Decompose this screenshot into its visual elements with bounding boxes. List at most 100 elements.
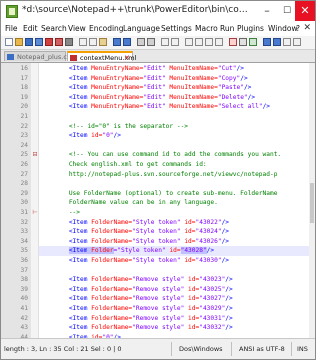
code-line[interactable]: <Item Folder="Style token" id="43028"/> [39, 246, 309, 257]
sync-scroll-icon[interactable] [185, 38, 193, 46]
code-token: /> [236, 65, 244, 72]
code-token: <Item [68, 132, 88, 140]
code-line[interactable] [39, 141, 309, 151]
code-line[interactable]: <Item FolderName="Style token" id="43024… [39, 227, 309, 237]
code-token: id= [87, 132, 103, 140]
line-number: 32 [20, 218, 28, 226]
find-icon[interactable] [137, 38, 145, 46]
menu-window[interactable]: Window [268, 24, 298, 33]
close-file-icon[interactable] [45, 38, 53, 46]
menu-file[interactable]: File [5, 24, 18, 33]
code-line[interactable]: <Item FolderName="Remove style" id="4302… [39, 304, 309, 314]
code-line[interactable]: <Item MenuEntryName="Edit" MenuItemName=… [39, 93, 309, 103]
status-divider [231, 342, 232, 356]
record-macro-icon[interactable] [229, 38, 237, 46]
code-line[interactable]: <Item FolderName="Style token" id="43030… [39, 256, 309, 266]
code-line[interactable]: <Item MenuEntryName="Edit" MenuItemName=… [39, 102, 309, 112]
zoom-out-icon[interactable] [171, 38, 179, 46]
close-tab-icon[interactable]: ✕ [124, 53, 130, 63]
code-line[interactable]: <Item FolderName="Remove style" id="4303… [39, 314, 309, 324]
menu-language[interactable]: Language [123, 24, 160, 33]
maximize-button[interactable]: ☐ [277, 1, 297, 21]
cut-icon[interactable] [79, 38, 87, 46]
code-token: "Select all" [217, 103, 263, 111]
code-token: id= [180, 228, 196, 236]
code-area[interactable]: <Item MenuEntryName="Edit" MenuItemName=… [39, 63, 309, 338]
save-all-icon[interactable] [35, 38, 43, 46]
close-all-icon[interactable] [55, 38, 63, 46]
replace-icon[interactable] [147, 38, 155, 46]
code-line[interactable]: <Item MenuEntryName="Edit" MenuItemName=… [39, 64, 309, 74]
new-file-icon[interactable] [5, 38, 13, 46]
doc-map-icon[interactable] [263, 38, 271, 46]
menu-search[interactable]: Search [41, 24, 67, 33]
fold-marker-icon[interactable]: ⊟ [31, 150, 39, 160]
tab-context-menu-xml[interactable]: contextMenu.xml ✕ [67, 51, 136, 63]
code-line[interactable]: <Item FolderName="Style token" id="43022… [39, 218, 309, 228]
editor-pane[interactable]: 16 17 18 19 20 21 22 23 24 25 26 27 28 29 30 31 32 33 34 35… [1, 63, 315, 338]
code-token: /> [221, 228, 230, 236]
open-file-icon[interactable] [15, 38, 23, 46]
indent-guide-icon[interactable] [215, 38, 223, 46]
line-number: 41 [20, 305, 28, 312]
code-token: "Style token" [132, 237, 181, 245]
code-token: FolderName= [87, 257, 133, 264]
scrollbar-thumb[interactable] [310, 183, 314, 223]
code-line[interactable]: <!-- You can use command id to add the c… [39, 150, 309, 160]
menu-run[interactable]: Run [220, 24, 234, 33]
code-line[interactable]: FolderName value can be in any language. [39, 198, 309, 208]
menu-macro[interactable]: Macro [195, 24, 218, 33]
code-line[interactable]: http://notepad-plus.svn.sourceforge.net/… [39, 170, 309, 180]
undo-icon[interactable] [113, 38, 121, 46]
menu-encoding[interactable]: Encoding [89, 24, 124, 33]
menu-plugins[interactable]: Plugins [237, 24, 264, 33]
code-token: Check english.xml to get commands id: [68, 161, 207, 168]
code-line[interactable]: <Item FolderName="Style token" id="43026… [39, 237, 309, 247]
zoom-in-icon[interactable] [161, 38, 169, 46]
function-list-icon[interactable] [273, 38, 281, 46]
save-icon[interactable] [25, 38, 33, 46]
code-line[interactable]: --> [39, 208, 309, 218]
menu-edit[interactable]: Edit [23, 24, 38, 33]
stop-macro-icon[interactable] [239, 38, 247, 46]
code-token: id= [184, 314, 200, 322]
menu-help[interactable]: ? [296, 24, 300, 33]
print-icon[interactable] [65, 38, 73, 46]
folder-workspace-icon[interactable] [283, 38, 291, 46]
code-line[interactable]: <!-- id="0" is the separator --> [39, 122, 309, 132]
code-line[interactable] [39, 266, 309, 276]
menu-view[interactable]: View [68, 24, 86, 33]
tab-notepad-plus-cpp[interactable]: Notepad_plus.cpp [4, 51, 75, 61]
code-line[interactable]: <Item FolderName="Remove style" id="4302… [39, 285, 309, 295]
play-macro-icon[interactable] [249, 38, 257, 46]
copy-icon[interactable] [89, 38, 97, 46]
vertical-scrollbar[interactable] [309, 63, 315, 338]
monitoring-icon[interactable] [293, 38, 301, 46]
code-line[interactable]: <Item FolderName="Remove style" id="4302… [39, 294, 309, 304]
code-line[interactable]: <Item MenuEntryName="Edit" MenuItemName=… [39, 74, 309, 84]
code-line[interactable]: <Item id="0"/> [39, 131, 309, 141]
code-line[interactable]: Use FolderName (optional) to create sub-… [39, 189, 309, 199]
code-token: "Edit" [143, 93, 166, 101]
code-line[interactable] [39, 112, 309, 122]
code-line[interactable]: <Item MenuEntryName="Edit" MenuItemName=… [39, 83, 309, 93]
code-line[interactable] [39, 179, 309, 189]
code-line[interactable]: Check english.xml to get commands id: [39, 160, 309, 170]
close-window-button[interactable]: ✕ [295, 1, 315, 21]
modified-file-icon [70, 55, 77, 61]
word-wrap-icon[interactable] [195, 38, 203, 46]
paste-icon[interactable] [99, 38, 107, 46]
fold-marker-icon[interactable]: ⊢ [31, 208, 39, 218]
menu-settings[interactable]: Settings [161, 24, 192, 33]
redo-icon[interactable] [123, 38, 131, 46]
code-line[interactable]: <Item FolderName="Remove style" id="4302… [39, 275, 309, 285]
code-line[interactable]: <Item FolderName="Remove style" id="4303… [39, 323, 309, 333]
fold-margin[interactable]: ⊟ ⊢ [31, 63, 39, 338]
line-number: 31 [20, 209, 28, 216]
minimize-button[interactable]: – [257, 1, 277, 21]
code-token: /> [262, 103, 271, 111]
close-document-icon[interactable]: ✕ [303, 23, 311, 33]
show-all-chars-icon[interactable] [205, 38, 213, 46]
